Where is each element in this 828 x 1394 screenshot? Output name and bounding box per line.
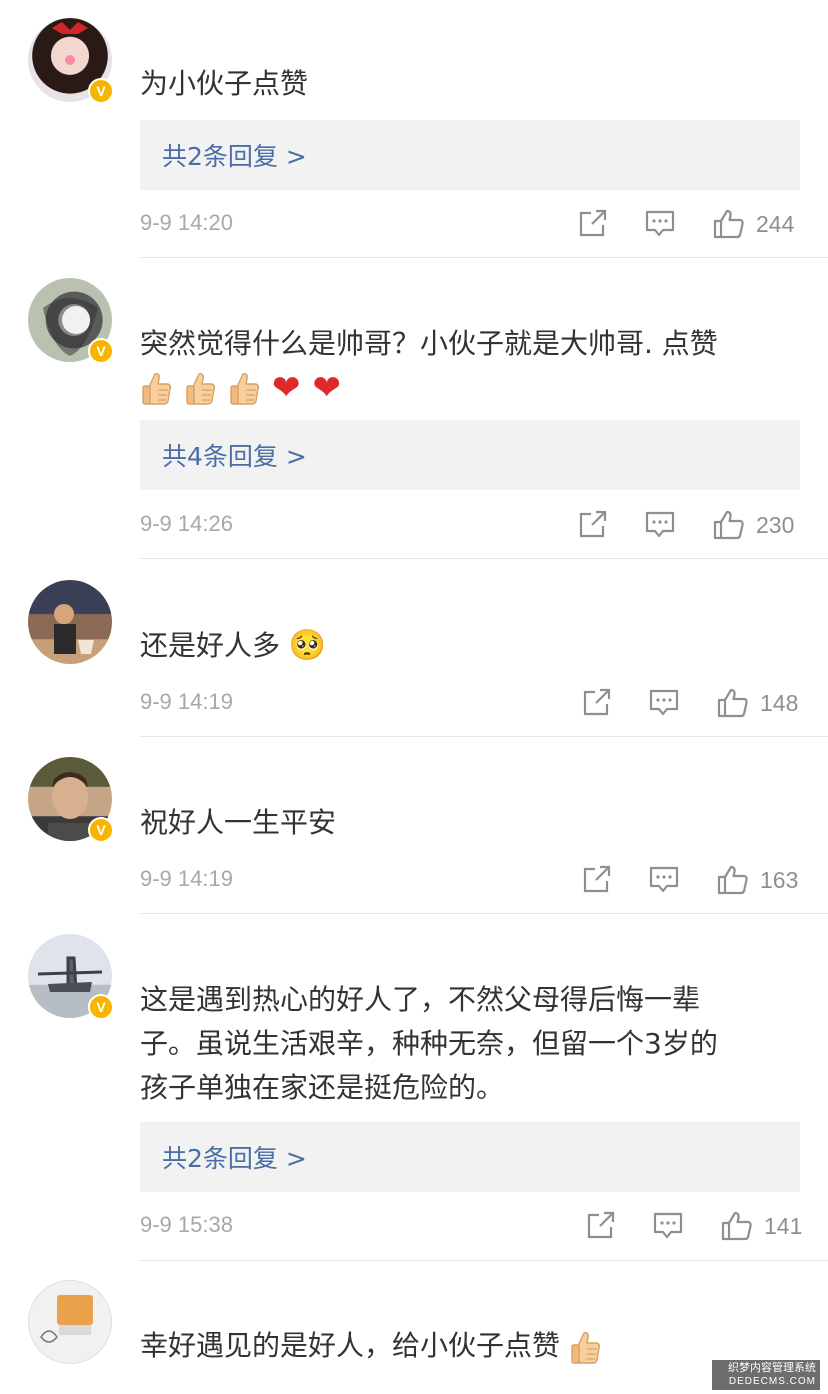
heart-emoji-icon: ❤ — [272, 368, 301, 408]
avatar[interactable]: V — [28, 757, 114, 843]
comment-time: 9-9 15:38 — [140, 1212, 233, 1237]
like-count: 244 — [756, 210, 795, 237]
comment-item: V 这是遇到热心的好人了，不然父母得后悔一辈 子。虽说生活艰辛，种种无奈，但留一… — [0, 914, 828, 1262]
like-button[interactable]: 141 — [720, 1206, 802, 1246]
thumb-up-icon — [716, 686, 750, 720]
comment-text: 这是遇到热心的好人了，不然父母得后悔一辈 子。虽说生活艰辛，种种无奈，但留一个3… — [140, 978, 790, 1110]
comment-text: 为小伙子点赞 — [140, 67, 309, 100]
heart-emoji-icon: ❤ — [312, 368, 342, 408]
share-icon[interactable] — [580, 685, 614, 719]
share-icon[interactable] — [584, 1208, 618, 1242]
thumbs-up-emoji-icon — [228, 370, 260, 406]
verified-v-icon: V — [88, 994, 114, 1020]
verified-v-icon: V — [88, 817, 114, 843]
reply-link[interactable]: 共4条回复 > — [140, 420, 800, 490]
pleading-face-emoji-icon: 🥺 — [288, 628, 327, 663]
comment-meta: 9-9 14:19 163 — [140, 860, 800, 900]
avatar[interactable]: V — [28, 18, 114, 104]
thumb-up-icon — [712, 207, 746, 241]
thumbs-up-emoji-icon — [184, 370, 216, 406]
like-count: 148 — [760, 689, 799, 716]
comment-meta: 9-9 15:38 141 — [140, 1206, 802, 1246]
thumbs-up-emoji-icon — [140, 370, 172, 406]
comment-time: 9-9 14:26 — [140, 511, 233, 536]
comment-icon[interactable] — [651, 1208, 685, 1242]
like-count: 141 — [764, 1212, 803, 1239]
comment-item: V 突然觉得什么是帅哥？小伙子就是大帅哥. 点赞 ❤ ❤ 共4条回复 > 9-9… — [0, 258, 828, 560]
comment-meta: 9-9 14:26 230 — [140, 505, 800, 545]
watermark-line: 织梦内容管理系统 — [728, 1362, 816, 1374]
comment-item: V 祝好人一生平安 9-9 14:19 163 — [0, 737, 828, 914]
thumb-up-icon — [720, 1209, 754, 1243]
watermark: 织梦内容管理系统 DEDECMS.COM — [712, 1360, 820, 1390]
comment-text-line: 孩子单独在家还是挺危险的。 — [140, 1071, 505, 1104]
like-count: 163 — [760, 866, 799, 893]
watermark-line: DEDECMS.COM — [728, 1376, 816, 1387]
like-button[interactable]: 230 — [712, 505, 794, 545]
share-icon[interactable] — [576, 206, 610, 240]
verified-v-icon: V — [88, 338, 114, 364]
share-icon[interactable] — [580, 862, 614, 896]
comment-icon[interactable] — [647, 862, 681, 896]
like-button[interactable]: 244 — [712, 204, 794, 244]
share-icon[interactable] — [576, 507, 610, 541]
comment-time: 9-9 14:19 — [140, 866, 233, 891]
divider — [140, 1260, 828, 1261]
avatar[interactable] — [28, 1280, 112, 1364]
comment-meta: 9-9 14:20 244 — [140, 204, 800, 244]
comment-icon[interactable] — [643, 507, 677, 541]
divider — [140, 558, 828, 559]
comment-time: 9-9 14:20 — [140, 210, 233, 235]
comment-text: 还是好人多 🥺 — [140, 624, 790, 668]
avatar[interactable]: V — [28, 278, 114, 364]
avatar[interactable] — [28, 580, 112, 664]
comment-text-line: 这是遇到热心的好人了，不然父母得后悔一辈 — [140, 983, 701, 1016]
thumb-up-icon — [716, 863, 750, 897]
comment-text-line: 突然觉得什么是帅哥？小伙子就是大帅哥. 点赞 — [140, 327, 718, 360]
comment-meta: 9-9 14:19 148 — [140, 683, 800, 723]
emoji-row: ❤ ❤ — [140, 366, 790, 410]
like-button[interactable]: 148 — [716, 683, 798, 723]
like-count: 230 — [756, 511, 795, 538]
comment-item: V 为小伙子点赞 共2条回复 > 9-9 14:20 244 — [0, 0, 828, 258]
reply-link[interactable]: 共2条回复 > — [140, 1122, 800, 1192]
comment-text-line: 幸好遇见的是好人，给小伙子点赞 — [140, 1329, 561, 1362]
like-button[interactable]: 163 — [716, 860, 798, 900]
comment-text-line: 子。虽说生活艰辛，种种无奈，但留一个3岁的 — [140, 1027, 718, 1060]
comment-text: 幸好遇见的是好人，给小伙子点赞 — [140, 1324, 790, 1368]
reply-link[interactable]: 共2条回复 > — [140, 120, 800, 190]
avatar[interactable]: V — [28, 934, 114, 1020]
comment-icon[interactable] — [647, 685, 681, 719]
comment-item: 幸好遇见的是好人，给小伙子点赞 — [0, 1262, 828, 1394]
comment-time: 9-9 14:19 — [140, 689, 233, 714]
thumbs-up-emoji-icon — [569, 1329, 601, 1365]
comment-text-line: 还是好人多 — [140, 629, 281, 662]
comment-item: 还是好人多 🥺 9-9 14:19 148 — [0, 560, 828, 737]
comment-icon[interactable] — [643, 206, 677, 240]
verified-v-icon: V — [88, 78, 114, 104]
thumb-up-icon — [712, 508, 746, 542]
comment-text: 祝好人一生平安 — [140, 806, 337, 839]
comment-text: 突然觉得什么是帅哥？小伙子就是大帅哥. 点赞 ❤ ❤ — [140, 322, 790, 410]
